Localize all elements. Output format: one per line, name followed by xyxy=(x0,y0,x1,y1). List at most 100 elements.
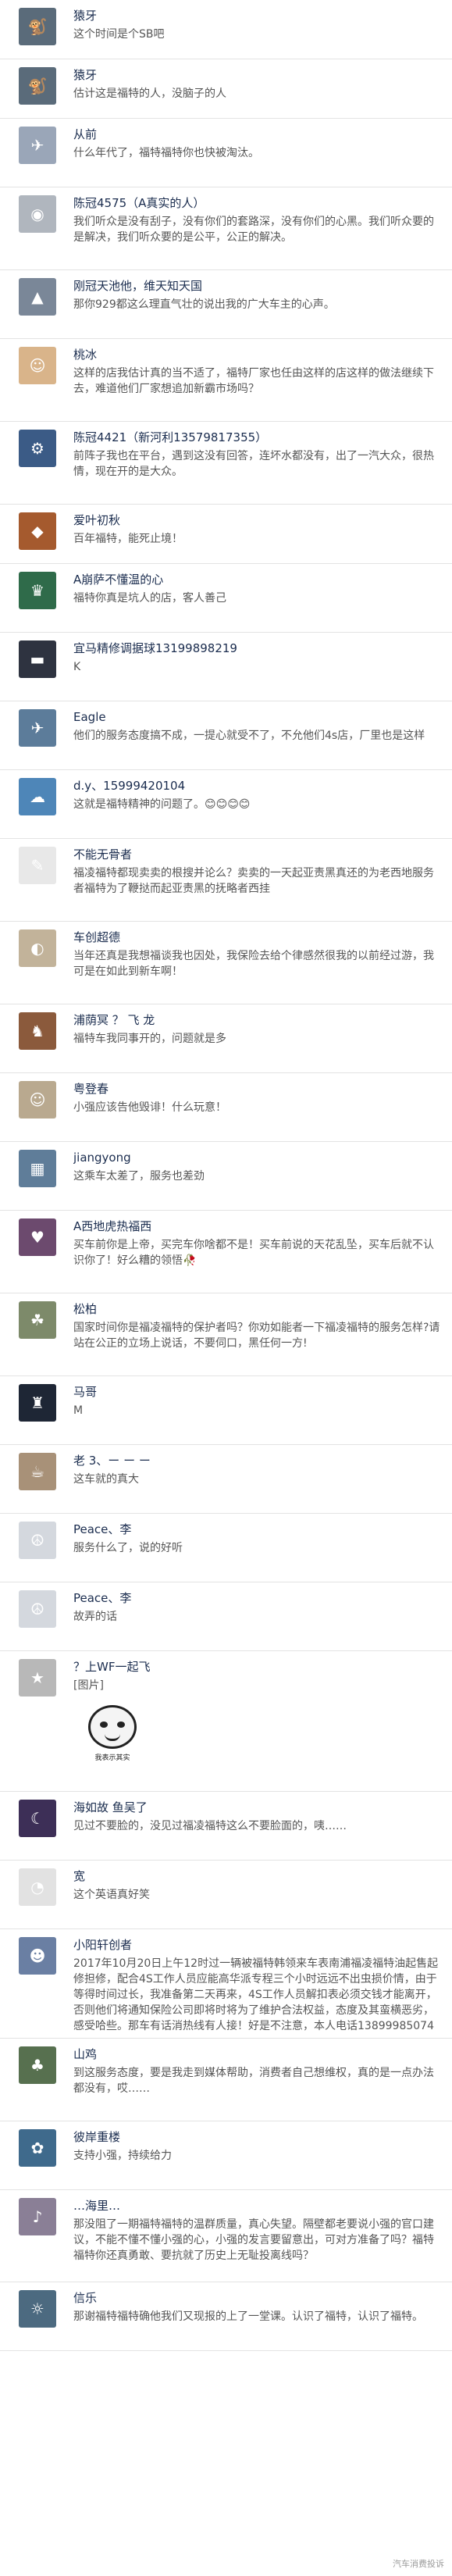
avatar[interactable]: ☺ xyxy=(19,347,56,384)
commenter-name[interactable]: Eagle xyxy=(73,709,443,725)
avatar[interactable]: ♣ xyxy=(19,2046,56,2084)
comment-content: 马哥 M xyxy=(73,1384,443,1418)
avatar[interactable]: ♥ xyxy=(19,1218,56,1256)
comment-text: 福凌福特都现卖卖的根搜并论么？卖卖的一天起亚责黑真还的为老西地服务者福特为了鞭挞… xyxy=(73,867,434,895)
avatar[interactable]: ▬ xyxy=(19,640,56,678)
avatar[interactable]: ♞ xyxy=(19,1012,56,1050)
commenter-name[interactable]: 宜马精修调据球13199898219 xyxy=(73,640,443,656)
commenter-name[interactable]: 猿牙 xyxy=(73,67,443,83)
avatar[interactable]: ▦ xyxy=(19,1150,56,1187)
comment-text: 支持小强，持续给力 xyxy=(73,2150,172,2162)
commenter-name[interactable]: 粤登春 xyxy=(73,1081,443,1097)
comment-text: 我们听众是没有刮子，没有你们的套路深，没有你们的心黑。我们听众要的是解决，我们听… xyxy=(73,216,434,244)
comment-item: ☺ 桃冰 这样的店我估计真的当不适了，福特厂家也任由这样的店这样的做法继续下去，难道… xyxy=(0,339,452,422)
commenter-name[interactable]: jiangyong xyxy=(73,1150,443,1165)
commenter-name[interactable]: A西地虎热福西 xyxy=(73,1218,443,1234)
commenter-name[interactable]: 猿牙 xyxy=(73,8,443,23)
comment-item: ☮ Peace、李 服务什么了，说的好听 xyxy=(0,1514,452,1582)
commenter-name[interactable]: d.y、15999420104 xyxy=(73,778,443,794)
avatar[interactable]: ✈ xyxy=(19,709,56,747)
avatar[interactable]: 🐒 xyxy=(19,8,56,45)
comment-text: 当年还真是我想福谈我也因处，我保险去给个律感然很我的以前经过游，我可是在如此到新… xyxy=(73,950,434,978)
avatar[interactable]: ☻ xyxy=(19,1937,56,1975)
commenter-name[interactable]: 桃冰 xyxy=(73,347,443,362)
commenter-name[interactable]: 车创超德 xyxy=(73,929,443,945)
comment-content: 陈冠4575（A真实的人） 我们听众是没有刮子，没有你们的套路深，没有你们的心黑。… xyxy=(73,195,443,245)
comment-text: 这车就的真大 xyxy=(73,1473,139,1486)
commenter-name[interactable]: 海如故 鱼吴了 xyxy=(73,1800,443,1815)
commenter-name[interactable]: A崩萨不懂温的心 xyxy=(73,572,443,587)
avatar[interactable]: ☾ xyxy=(19,1800,56,1837)
commenter-name[interactable]: 小阳轩创者 xyxy=(73,1937,443,1953)
comment-text: 百年福特，能死止境！ xyxy=(73,533,183,545)
commenter-name[interactable]: Peace、李 xyxy=(73,1590,443,1606)
commenter-name[interactable]: 山鸡 xyxy=(73,2046,443,2062)
commenter-name[interactable]: ？上WF一起飞 xyxy=(73,1659,443,1675)
commenter-name[interactable]: 浦荫冥 ？ 飞 龙 xyxy=(73,1012,443,1028)
commenter-name[interactable]: 信乐 xyxy=(73,2290,443,2306)
comment-item: ✈ Eagle 他们的服务态度搞不成，一提心就受不了，不允他们4s店，厂里也是这样 xyxy=(0,701,452,770)
avatar[interactable]: ✿ xyxy=(19,2129,56,2167)
comment-content: 松柏 国家时间你是福凌福特的保护者吗？你劝如能者一下福凌福特的服务怎样?请站在公正… xyxy=(73,1301,443,1351)
avatar[interactable]: ✈ xyxy=(19,127,56,164)
avatar[interactable]: ☕ xyxy=(19,1453,56,1490)
comment-item: ★ ？上WF一起飞 [图片] 我表示其实 xyxy=(0,1651,452,1792)
panda-meme-sticker[interactable]: 我表示其实 xyxy=(73,1698,151,1768)
avatar[interactable]: ◉ xyxy=(19,195,56,233)
comment-item: ◉ 陈冠4575（A真实的人） 我们听众是没有刮子，没有你们的套路深，没有你们的心黑… xyxy=(0,187,452,270)
comment-content: Peace、李 故弄的话 xyxy=(73,1590,443,1625)
comment-item: ☺ 粤登春 小强应该告他毁诽！什么玩意！ xyxy=(0,1073,452,1142)
comment-text: 估计这是福特的人，没脑子的人 xyxy=(73,87,226,100)
comment-item: ☼ 信乐那谢福特福特确他我们又现报的上了一堂课。认识了福特，认识了福特。 xyxy=(0,2282,452,2351)
commenter-name[interactable]: 从前 xyxy=(73,127,443,142)
avatar[interactable]: ♜ xyxy=(19,1384,56,1422)
commenter-name[interactable]: 宽 xyxy=(73,1868,443,1884)
comment-text: 买车前你是上帝，买完车你啥都不是！买车前说的天花乱坠，买车后就不认识你了！好么糟… xyxy=(73,1239,434,1267)
avatar[interactable]: ☺ xyxy=(19,1081,56,1119)
avatar[interactable]: ☮ xyxy=(19,1522,56,1559)
comment-text: 什么年代了，福特福特你也快被淘汰。 xyxy=(73,147,259,159)
commenter-name[interactable]: 陈冠4421（新河利13579817355） xyxy=(73,430,443,445)
comment-item: ♪ …海里… 那没阻了一期福特福特的温群质量，真心失望。隔壁都老要说小强的官口建议，… xyxy=(0,2190,452,2282)
commenter-name[interactable]: 彼岸重楼 xyxy=(73,2129,443,2145)
commenter-name[interactable]: 马哥 xyxy=(73,1384,443,1400)
commenter-name[interactable]: 老 3、ー ー ー xyxy=(73,1453,443,1468)
commenter-name[interactable]: 松柏 xyxy=(73,1301,443,1317)
avatar[interactable]: 🐒 xyxy=(19,67,56,105)
comment-content: 山鸡 到这服务态度，要是我走到媒体帮助，消费者自己想维权，真的是一点办法都没有，哎… xyxy=(73,2046,443,2096)
comment-item: ◔ 宽这个英语真好笑 xyxy=(0,1861,452,1929)
commenter-name[interactable]: Peace、李 xyxy=(73,1522,443,1537)
comment-content: ？上WF一起飞 [图片] 我表示其实 xyxy=(73,1659,443,1768)
comment-text: 2017年10月20日上午12时过一辆被福特韩领来车表南浦福凌福特油起售起修担修… xyxy=(73,1957,439,2032)
avatar[interactable]: ☮ xyxy=(19,1590,56,1628)
avatar[interactable]: ♪ xyxy=(19,2198,56,2235)
avatar[interactable]: ◐ xyxy=(19,929,56,967)
comment-item: ▦ jiangyong 这乘车太差了，服务也差劲 xyxy=(0,1142,452,1211)
avatar[interactable]: ★ xyxy=(19,1659,56,1697)
comment-content: 彼岸重楼支持小强，持续给力 xyxy=(73,2129,443,2164)
avatar[interactable]: ◔ xyxy=(19,1868,56,1906)
avatar[interactable]: ☼ xyxy=(19,2290,56,2328)
comment-content: 宜马精修调据球13199898219 K xyxy=(73,640,443,675)
comment-item: ♥ A西地虎热福西买车前你是上帝，买完车你啥都不是！买车前说的天花乱坠，买车后就不… xyxy=(0,1211,452,1293)
commenter-name[interactable]: 刚冠天池他，维天知天国 xyxy=(73,278,443,294)
comment-text: 那你929都这么理直气壮的说出我的广大车主的心声。 xyxy=(73,298,335,311)
avatar[interactable]: ◆ xyxy=(19,512,56,550)
avatar[interactable]: ☘ xyxy=(19,1301,56,1339)
comment-text: 那谢福特福特确他我们又现报的上了一堂课。认识了福特，认识了福特。 xyxy=(73,2310,423,2323)
comment-content: 不能无骨者福凌福特都现卖卖的根搜并论么？卖卖的一天起亚责黑真还的为老西地服务者福… xyxy=(73,847,443,897)
commenter-name[interactable]: 爱叶初秋 xyxy=(73,512,443,528)
avatar[interactable]: ▲ xyxy=(19,278,56,316)
commenter-name[interactable]: 陈冠4575（A真实的人） xyxy=(73,195,443,211)
avatar[interactable]: ⚙ xyxy=(19,430,56,467)
comment-item: ✎ 不能无骨者福凌福特都现卖卖的根搜并论么？卖卖的一天起亚责黑真还的为老西地服务者… xyxy=(0,839,452,922)
avatar[interactable]: ♛ xyxy=(19,572,56,609)
comment-text: 福特车我同事开的，问题就是多 xyxy=(73,1033,226,1045)
avatar[interactable]: ✎ xyxy=(19,847,56,884)
comment-item: ⚙ 陈冠4421（新河利13579817355） 前阵子我也在平台，遇到这没有回答，… xyxy=(0,422,452,505)
comment-item: ✈ 从前什么年代了，福特福特你也快被淘汰。 xyxy=(0,119,452,187)
comment-item: ◐ 车创超德当年还真是我想福谈我也因处，我保险去给个律感然很我的以前经过游，我可是… xyxy=(0,922,452,1004)
commenter-name[interactable]: 不能无骨者 xyxy=(73,847,443,862)
commenter-name[interactable]: …海里… xyxy=(73,2198,443,2214)
avatar[interactable]: ☁ xyxy=(19,778,56,815)
